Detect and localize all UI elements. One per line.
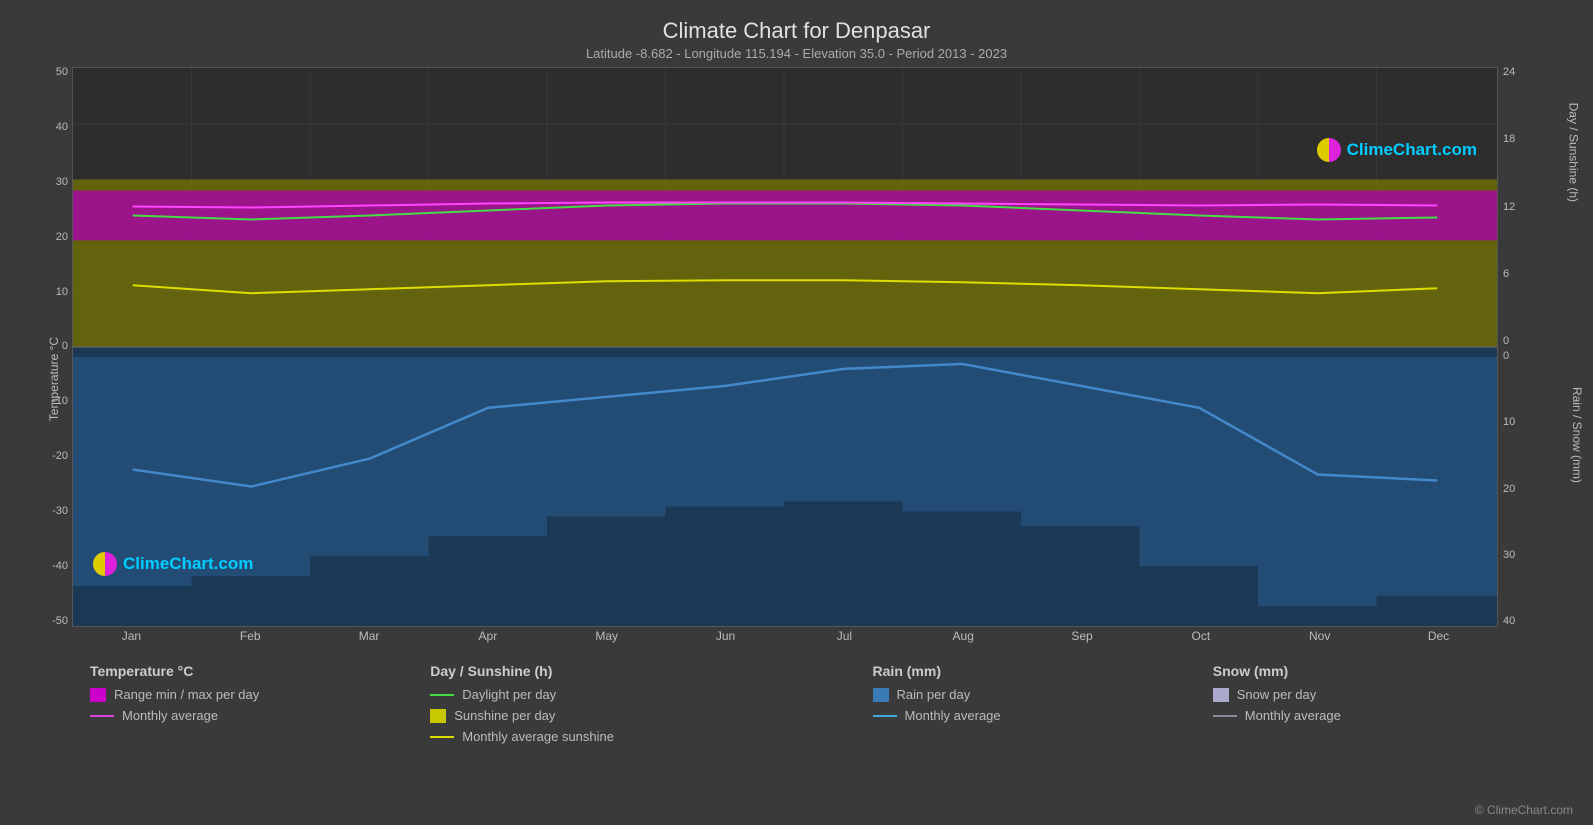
y-tick: -20 (52, 451, 68, 462)
legend-title-sunshine: Day / Sunshine (h) (430, 663, 872, 679)
legend-item-snow-per-day: Snow per day (1213, 687, 1553, 702)
y-tick: 40 (56, 122, 68, 133)
legend-item-range: Range min / max per day (90, 687, 430, 702)
chart-subtitle: Latitude -8.682 - Longitude 115.194 - El… (20, 46, 1573, 61)
y-tick-right-0: 0 (1503, 336, 1509, 347)
legend-swatch-snow (1213, 688, 1229, 702)
legend-col-temperature: Temperature °C Range min / max per day M… (90, 663, 430, 744)
legend-title-snow: Snow (mm) (1213, 663, 1553, 679)
y-tick: -50 (52, 616, 68, 627)
legend-col-snow: Snow (mm) Snow per day Monthly average (1213, 663, 1553, 744)
legend-label-monthly-avg-snow: Monthly average (1245, 708, 1341, 723)
legend-area: Temperature °C Range min / max per day M… (20, 651, 1573, 744)
chart-area: ClimeChart.com ClimeChart.com (72, 67, 1498, 627)
x-tick-sep: Sep (1023, 629, 1142, 651)
copyright: © ClimeChart.com (1475, 803, 1573, 817)
legend-line-monthly-rain (873, 715, 897, 717)
legend-item-monthly-avg-temp: Monthly average (90, 708, 430, 723)
brand-icon-top (1317, 138, 1341, 162)
y-tick-right-rain-20: 20 (1503, 484, 1515, 495)
main-container: Climate Chart for Denpasar Latitude -8.6… (0, 0, 1593, 825)
x-tick-may: May (547, 629, 666, 651)
legend-label-monthly-avg-temp: Monthly average (122, 708, 218, 723)
brand-text-bottom: ClimeChart.com (123, 554, 253, 574)
y-tick: 10 (56, 287, 68, 298)
y-tick-right-6: 6 (1503, 269, 1509, 280)
legend-line-monthly-snow (1213, 715, 1237, 717)
legend-label-monthly-avg-rain: Monthly average (905, 708, 1001, 723)
title-area: Climate Chart for Denpasar Latitude -8.6… (20, 10, 1573, 61)
x-tick-oct: Oct (1141, 629, 1260, 651)
legend-title-rain: Rain (mm) (873, 663, 1213, 679)
legend-line-daylight (430, 694, 454, 696)
y-tick-right-12: 12 (1503, 202, 1515, 213)
x-tick-feb: Feb (191, 629, 310, 651)
legend-item-monthly-avg-snow: Monthly average (1213, 708, 1553, 723)
legend-item-monthly-avg-sunshine: Monthly average sunshine (430, 729, 872, 744)
y-tick-right-24: 24 (1503, 67, 1515, 78)
legend-col-sunshine: Day / Sunshine (h) Daylight per day Suns… (430, 663, 872, 744)
legend-swatch-range (90, 688, 106, 702)
legend-line-monthly-temp (90, 715, 114, 717)
x-tick-jun: Jun (666, 629, 785, 651)
y-tick-right-rain-0: 0 (1503, 351, 1509, 362)
y-tick: -40 (52, 561, 68, 572)
legend-col-rain: Rain (mm) Rain per day Monthly average (873, 663, 1213, 744)
y-tick: 20 (56, 232, 68, 243)
brand-icon-bottom (93, 552, 117, 576)
legend-item-rain-per-day: Rain per day (873, 687, 1213, 702)
y-tick: 0 (62, 341, 68, 352)
brand-logo-top: ClimeChart.com (1317, 138, 1477, 162)
x-tick-jul: Jul (785, 629, 904, 651)
legend-swatch-sunshine (430, 709, 446, 723)
legend-line-monthly-sunshine (430, 736, 454, 738)
x-tick-nov: Nov (1260, 629, 1379, 651)
legend-item-daylight: Daylight per day (430, 687, 872, 702)
legend-label-sunshine: Sunshine per day (454, 708, 555, 723)
legend-label-rain-per-day: Rain per day (897, 687, 971, 702)
y-axis-left-label: Temperature °C (47, 337, 61, 421)
legend-label-range: Range min / max per day (114, 687, 259, 702)
x-axis: Jan Feb Mar Apr May Jun Jul Aug Sep Oct … (72, 629, 1498, 651)
y-tick-right-rain-40: 40 (1503, 616, 1515, 627)
y-tick-right-rain-10: 10 (1503, 417, 1515, 428)
x-tick-mar: Mar (310, 629, 429, 651)
y-tick-right-18: 18 (1503, 134, 1515, 145)
legend-label-snow-per-day: Snow per day (1237, 687, 1317, 702)
y-axis-right-label-top: Day / Sunshine (h) (1566, 103, 1580, 202)
chart-title: Climate Chart for Denpasar (20, 18, 1573, 44)
legend-label-monthly-avg-sunshine: Monthly average sunshine (462, 729, 614, 744)
legend-title-temperature: Temperature °C (90, 663, 430, 679)
legend-swatch-rain (873, 688, 889, 702)
x-tick-aug: Aug (904, 629, 1023, 651)
y-tick: -30 (52, 506, 68, 517)
y-axis-right-label-bottom: Rain / Snow (mm) (1570, 387, 1584, 483)
x-tick-dec: Dec (1379, 629, 1498, 651)
legend-item-monthly-avg-rain: Monthly average (873, 708, 1213, 723)
y-tick-right-rain-30: 30 (1503, 550, 1515, 561)
x-tick-jan: Jan (72, 629, 191, 651)
x-tick-apr: Apr (428, 629, 547, 651)
brand-text-top: ClimeChart.com (1347, 140, 1477, 160)
brand-logo-bottom: ClimeChart.com (93, 552, 253, 576)
y-tick: 50 (56, 67, 68, 78)
legend-label-daylight: Daylight per day (462, 687, 556, 702)
legend-item-sunshine: Sunshine per day (430, 708, 872, 723)
y-tick: 30 (56, 177, 68, 188)
chart-svg (73, 68, 1497, 626)
